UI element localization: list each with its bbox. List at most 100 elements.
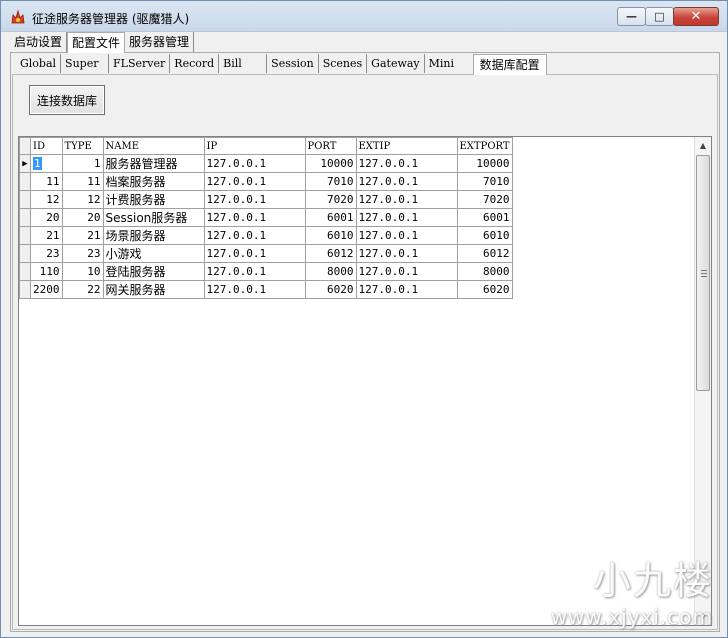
- cell-type[interactable]: 11: [61, 172, 104, 191]
- cell-name[interactable]: 场景服务器: [102, 226, 205, 245]
- connect-database-button[interactable]: 连接数据库: [29, 85, 105, 115]
- title-bar[interactable]: 征途服务器管理器 (驱魔猎人) — □ ✕: [1, 1, 727, 32]
- tab-flserver[interactable]: FLServer: [109, 54, 171, 73]
- cell-extip[interactable]: 127.0.0.1: [355, 172, 458, 191]
- tab-server-management[interactable]: 服务器管理: [125, 32, 195, 52]
- close-button[interactable]: ✕: [673, 7, 719, 26]
- scrollbar-thumb[interactable]: [696, 155, 710, 391]
- cell-type[interactable]: 22: [61, 280, 104, 299]
- close-icon: ✕: [690, 9, 702, 24]
- cell-type[interactable]: 21: [61, 226, 104, 245]
- cell-ip[interactable]: 127.0.0.1: [203, 154, 306, 173]
- cell-type[interactable]: 10: [61, 262, 104, 281]
- cell-extport[interactable]: 8000: [456, 262, 513, 281]
- column-header-extip[interactable]: EXTIP: [355, 137, 458, 155]
- table-row[interactable]: 11 11 档案服务器 127.0.0.1 7010 127.0.0.1 701…: [19, 172, 513, 191]
- table-row[interactable]: 12 12 计费服务器 127.0.0.1 7020 127.0.0.1 702…: [19, 190, 513, 209]
- tab-startup-settings[interactable]: 启动设置: [10, 32, 68, 52]
- cell-port[interactable]: 6001: [304, 208, 357, 227]
- cell-name[interactable]: 小游戏: [102, 244, 205, 263]
- cell-id[interactable]: 12: [30, 190, 63, 209]
- column-header-name[interactable]: NAME: [102, 137, 205, 155]
- table-row[interactable]: 2200 22 网关服务器 127.0.0.1 6020 127.0.0.1 6…: [19, 280, 513, 299]
- cell-port[interactable]: 6010: [304, 226, 357, 245]
- cell-extport[interactable]: 6010: [456, 226, 513, 245]
- cell-extport[interactable]: 6020: [456, 280, 513, 299]
- cell-port[interactable]: 6020: [304, 280, 357, 299]
- cell-extip[interactable]: 127.0.0.1: [355, 226, 458, 245]
- cell-name[interactable]: 登陆服务器: [102, 262, 205, 281]
- table-row[interactable]: 20 20 Session服务器 127.0.0.1 6001 127.0.0.…: [19, 208, 513, 227]
- maximize-button[interactable]: □: [645, 7, 674, 26]
- cell-extip[interactable]: 127.0.0.1: [355, 190, 458, 209]
- tab-session[interactable]: Session: [267, 54, 319, 73]
- cell-extport[interactable]: 7020: [456, 190, 513, 209]
- cell-extip[interactable]: 127.0.0.1: [355, 154, 458, 173]
- cell-port[interactable]: 10000: [304, 154, 357, 173]
- tab-scenes[interactable]: Scenes: [319, 54, 368, 73]
- cell-port[interactable]: 8000: [304, 262, 357, 281]
- cell-type[interactable]: 12: [61, 190, 104, 209]
- cell-id[interactable]: 110: [30, 262, 63, 281]
- cell-id[interactable]: 20: [30, 208, 63, 227]
- table-row[interactable]: ▶ 1 1 服务器管理器 127.0.0.1 10000 127.0.0.1 1…: [19, 154, 513, 173]
- cell-ip[interactable]: 127.0.0.1: [203, 262, 306, 281]
- cell-name[interactable]: 网关服务器: [102, 280, 205, 299]
- cell-id[interactable]: 23: [30, 244, 63, 263]
- tab-gateway[interactable]: Gateway: [367, 54, 425, 73]
- row-indicator: [19, 262, 31, 281]
- cell-extip[interactable]: 127.0.0.1: [355, 280, 458, 299]
- column-header-ip[interactable]: IP: [203, 137, 306, 155]
- minimize-button[interactable]: —: [617, 7, 646, 26]
- cell-id[interactable]: 1: [30, 154, 63, 173]
- cell-ip[interactable]: 127.0.0.1: [203, 190, 306, 209]
- table-row[interactable]: 23 23 小游戏 127.0.0.1 6012 127.0.0.1 6012: [19, 244, 513, 263]
- cell-ip[interactable]: 127.0.0.1: [203, 226, 306, 245]
- cell-id[interactable]: 2200: [30, 280, 63, 299]
- column-header-type[interactable]: TYPE: [61, 137, 104, 155]
- cell-ip[interactable]: 127.0.0.1: [203, 280, 306, 299]
- tab-config-files[interactable]: 配置文件: [67, 32, 126, 53]
- server-table: ID TYPE NAME IP PORT EXTIP EXTPORT ▶ 1 1…: [19, 137, 513, 299]
- column-header-id[interactable]: ID: [30, 137, 63, 155]
- table-row[interactable]: 110 10 登陆服务器 127.0.0.1 8000 127.0.0.1 80…: [19, 262, 513, 281]
- cell-ip[interactable]: 127.0.0.1: [203, 208, 306, 227]
- cell-extip[interactable]: 127.0.0.1: [355, 244, 458, 263]
- watermark-title: 小九楼: [592, 559, 713, 603]
- cell-ip[interactable]: 127.0.0.1: [203, 172, 306, 191]
- tab-record[interactable]: Record: [170, 54, 220, 73]
- table-row[interactable]: 21 21 场景服务器 127.0.0.1 6010 127.0.0.1 601…: [19, 226, 513, 245]
- cell-name[interactable]: 服务器管理器: [102, 154, 205, 173]
- tab-mini[interactable]: Mini: [425, 54, 473, 73]
- window-title: 征途服务器管理器 (驱魔猎人): [32, 12, 190, 26]
- cell-type[interactable]: 23: [61, 244, 104, 263]
- cell-type[interactable]: 20: [61, 208, 104, 227]
- tab-global[interactable]: Global: [16, 54, 62, 73]
- cell-extport[interactable]: 6012: [456, 244, 513, 263]
- cell-type[interactable]: 1: [61, 154, 104, 173]
- cell-id[interactable]: 11: [30, 172, 63, 191]
- tab-super[interactable]: Super: [61, 54, 110, 73]
- cell-extip[interactable]: 127.0.0.1: [355, 262, 458, 281]
- cell-port[interactable]: 6012: [304, 244, 357, 263]
- cell-port[interactable]: 7010: [304, 172, 357, 191]
- cell-extip[interactable]: 127.0.0.1: [355, 208, 458, 227]
- scroll-up-arrow-icon[interactable]: ▲: [695, 137, 711, 154]
- column-header-port[interactable]: PORT: [304, 137, 357, 155]
- cell-extport[interactable]: 7010: [456, 172, 513, 191]
- tab-database-config[interactable]: 数据库配置: [472, 54, 547, 75]
- cell-name[interactable]: 档案服务器: [102, 172, 205, 191]
- cell-port[interactable]: 7020: [304, 190, 357, 209]
- column-header-extport[interactable]: EXTPORT: [456, 137, 513, 155]
- tab-bill[interactable]: Bill: [219, 54, 268, 73]
- main-tab-strip: 启动设置 配置文件 服务器管理: [10, 32, 195, 53]
- selected-cell-text: 1: [33, 157, 42, 170]
- app-logo-icon: [11, 9, 25, 24]
- row-indicator: [19, 208, 31, 227]
- cell-id[interactable]: 21: [30, 226, 63, 245]
- cell-extport[interactable]: 10000: [456, 154, 513, 173]
- cell-name[interactable]: 计费服务器: [102, 190, 205, 209]
- cell-name[interactable]: Session服务器: [102, 208, 205, 227]
- cell-extport[interactable]: 6001: [456, 208, 513, 227]
- cell-ip[interactable]: 127.0.0.1: [203, 244, 306, 263]
